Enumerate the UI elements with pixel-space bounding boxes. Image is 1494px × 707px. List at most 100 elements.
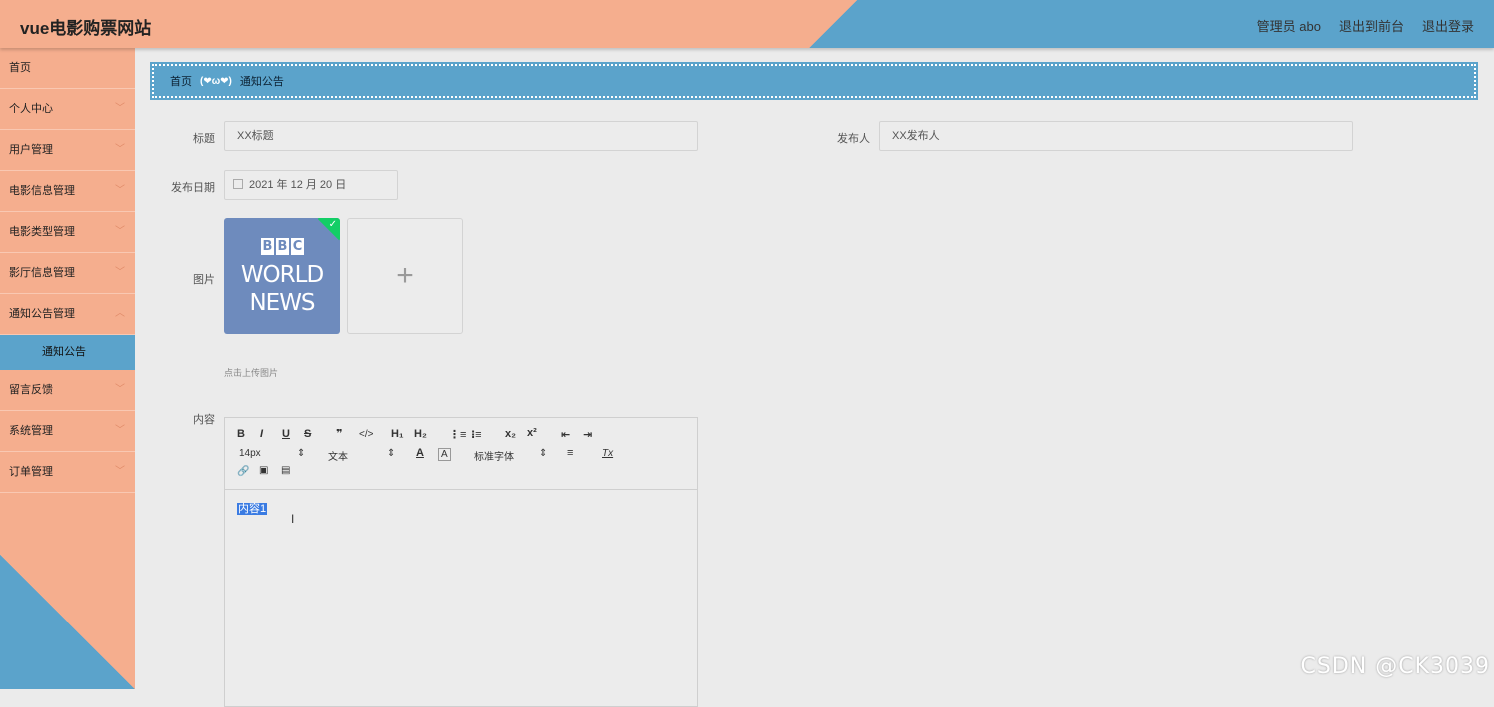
sidebar-item-label: 影厅信息管理 — [9, 267, 75, 279]
sidebar-item-label: 用户管理 — [9, 144, 53, 156]
selected-text: 内容1 — [237, 503, 268, 515]
content-label: 内容 — [193, 414, 215, 426]
plus-icon: + — [396, 259, 414, 292]
breadcrumb-separator: (❤ω❤) — [200, 75, 232, 87]
sidebar-item-label: 电影类型管理 — [9, 226, 75, 238]
bullet-list-button[interactable]: ⁝≡ — [471, 428, 482, 441]
editor-content[interactable]: 内容1 I — [225, 490, 697, 526]
sidebar-item-label: 电影信息管理 — [9, 185, 75, 197]
publisher-input[interactable]: XX发布人 — [879, 121, 1353, 151]
publisher-label: 发布人 — [837, 133, 870, 145]
sidebar-item-orders[interactable]: 订单管理 ﹀ — [0, 452, 135, 493]
chevron-down-icon: ﹀ — [115, 384, 125, 395]
back-to-front-link[interactable]: 退出到前台 — [1339, 16, 1404, 35]
sidebar-item-movie-types[interactable]: 电影类型管理 ﹀ — [0, 212, 135, 253]
superscript-button[interactable]: x² — [527, 427, 537, 439]
subscript-button[interactable]: x₂ — [505, 428, 516, 440]
sidebar-item-label: 系统管理 — [9, 425, 53, 437]
check-icon: ✓ — [328, 219, 337, 230]
chevron-down-icon: ﹀ — [115, 144, 125, 155]
bbc-logo: B B C — [261, 238, 304, 255]
outdent-button[interactable]: ⇤ — [561, 428, 570, 441]
chevron-down-icon: ﹀ — [115, 267, 125, 278]
sidebar: 首页 个人中心 ﹀ 用户管理 ﹀ 电影信息管理 ﹀ 电影类型管理 ﹀ 影厅信息管理 ﹀ 通… — [0, 48, 135, 689]
calendar-icon — [233, 179, 243, 189]
image-icon: ▣ — [259, 465, 269, 476]
indent-button[interactable]: ⇥ — [583, 428, 592, 441]
breadcrumb-current: 通知公告 — [239, 76, 284, 88]
h1-button[interactable]: H₁ — [391, 428, 404, 440]
sidebar-item-personal[interactable]: 个人中心 ﹀ — [0, 89, 135, 130]
bold-button[interactable]: B — [237, 428, 245, 440]
sidebar-item-label: 首页 — [9, 62, 31, 74]
date-value: 2021 年 12 月 20 日 — [249, 179, 347, 191]
watermark: CSDN @CK3039 — [1300, 654, 1490, 679]
chevron-down-icon: ﹀ — [115, 103, 125, 114]
bbc-letter: C — [291, 238, 304, 255]
italic-button[interactable]: I — [260, 428, 263, 440]
header-bar: vue电影购票网站 管理员 abo 退出到前台 退出登录 — [0, 0, 1494, 48]
upload-image-button[interactable]: + — [347, 218, 463, 334]
breadcrumb-home[interactable]: 首页 — [170, 73, 192, 89]
sidebar-item-users[interactable]: 用户管理 ﹀ — [0, 130, 135, 171]
sidebar-item-label: 通知公告 — [42, 346, 86, 358]
logout-link[interactable]: 退出登录 — [1422, 16, 1474, 35]
title-input[interactable]: XX标题 — [224, 121, 698, 151]
sidebar-item-label: 通知公告管理 — [9, 308, 75, 320]
editor-toolbar: B I U S ❞ </> H₁ H₂ ⋮≡ ⁝≡ x₂ x² ⇤ ⇥ 14px… — [225, 418, 697, 490]
underline-button[interactable]: U — [282, 428, 290, 440]
align-button[interactable]: ≡ — [567, 447, 573, 459]
chevron-down-icon: ﹀ — [115, 466, 125, 477]
breadcrumb: 首页 (❤ω❤) 通知公告 — [150, 62, 1478, 100]
header-select[interactable]: 文本 — [328, 448, 348, 463]
link-icon: 🔗 — [237, 466, 250, 477]
video-icon: ▤ — [281, 465, 291, 476]
bbc-letter: B — [261, 238, 274, 255]
uploaded-image[interactable]: B B C WORLD NEWS ✓ — [224, 218, 340, 334]
link-button[interactable]: 🔗 — [237, 466, 249, 477]
title-label: 标题 — [193, 133, 215, 145]
header-arrow-icon: ⇕ — [387, 448, 396, 459]
chevron-down-icon: ﹀ — [115, 425, 125, 436]
bbc-letter: B — [276, 238, 289, 255]
sidebar-item-notice-management[interactable]: 通知公告管理 ︿ — [0, 294, 135, 335]
sidebar-decoration — [0, 555, 135, 689]
sidebar-item-label: 留言反馈 — [9, 384, 53, 396]
font-size-select[interactable]: 14px — [239, 448, 261, 459]
font-family-arrow-icon: ⇕ — [539, 448, 548, 459]
date-label: 发布日期 — [171, 182, 215, 194]
text-color-button[interactable]: A — [416, 447, 424, 459]
sidebar-subitem-notice[interactable]: 通知公告 — [0, 335, 135, 370]
upload-hint: 点击上传图片 — [224, 368, 279, 378]
sidebar-item-feedback[interactable]: 留言反馈 ﹀ — [0, 370, 135, 411]
header-actions: 管理员 abo 退出到前台 退出登录 — [1257, 16, 1474, 35]
sidebar-item-label: 订单管理 — [9, 466, 53, 478]
ordered-list-button[interactable]: ⋮≡ — [449, 428, 466, 441]
date-picker[interactable]: 2021 年 12 月 20 日 — [224, 170, 398, 200]
clean-format-button[interactable]: Tx — [602, 448, 613, 459]
chevron-down-icon: ﹀ — [115, 185, 125, 196]
font-size-arrow-icon: ⇕ — [297, 448, 306, 459]
current-user: 管理员 abo — [1256, 19, 1321, 34]
blockquote-button[interactable]: ❞ — [336, 427, 342, 440]
text-cursor-icon: I — [291, 512, 295, 526]
video-button[interactable]: ▤ — [281, 465, 290, 476]
image-label: 图片 — [193, 274, 215, 286]
app-title: vue电影购票网站 — [20, 19, 152, 38]
font-family-select[interactable]: 标准字体 — [474, 448, 514, 463]
chevron-up-icon: ︿ — [115, 308, 125, 319]
sidebar-item-movies[interactable]: 电影信息管理 ﹀ — [0, 171, 135, 212]
rich-text-editor: B I U S ❞ </> H₁ H₂ ⋮≡ ⁝≡ x₂ x² ⇤ ⇥ 14px… — [224, 417, 698, 707]
image-button[interactable]: ▣ — [259, 465, 268, 476]
code-block-button[interactable]: </> — [359, 429, 373, 440]
sidebar-item-home[interactable]: 首页 — [0, 48, 135, 89]
sidebar-item-label: 个人中心 — [9, 103, 53, 115]
image-text-news: NEWS — [249, 290, 315, 316]
chevron-down-icon: ﹀ — [115, 226, 125, 237]
image-text-world: WORLD — [240, 262, 324, 288]
h2-button[interactable]: H₂ — [414, 428, 427, 440]
sidebar-item-system[interactable]: 系统管理 ﹀ — [0, 411, 135, 452]
background-color-button[interactable]: A — [438, 448, 451, 461]
strike-button[interactable]: S — [304, 428, 311, 440]
sidebar-item-halls[interactable]: 影厅信息管理 ﹀ — [0, 253, 135, 294]
